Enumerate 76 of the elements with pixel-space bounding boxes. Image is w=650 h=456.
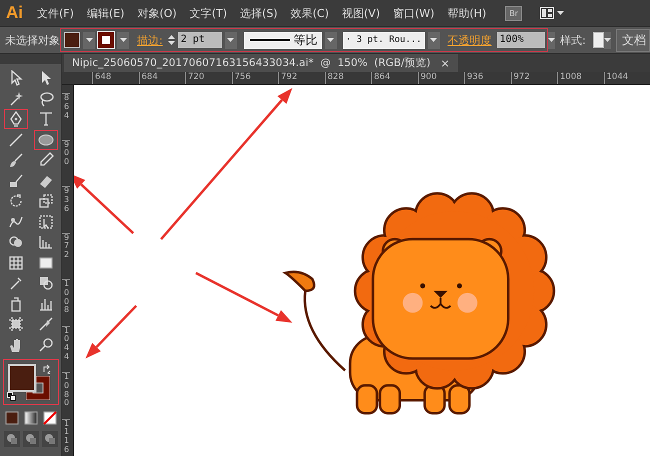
arrow-annotation bbox=[86, 304, 138, 359]
draw-mode-icon[interactable] bbox=[22, 431, 38, 447]
spinner-icon[interactable] bbox=[168, 34, 175, 46]
stroke-link[interactable]: 描边: bbox=[137, 32, 163, 48]
dropdown-button[interactable] bbox=[224, 32, 237, 48]
dropdown-button[interactable] bbox=[428, 32, 440, 48]
menu-item[interactable]: 效果(C) bbox=[290, 6, 329, 20]
fill-stroke-control[interactable] bbox=[2, 359, 58, 405]
fill-color-swatch[interactable] bbox=[8, 364, 36, 392]
style-label: 样式: bbox=[560, 32, 586, 48]
fill-swatch[interactable] bbox=[64, 32, 80, 48]
menu-item[interactable]: 窗口(W) bbox=[392, 6, 434, 20]
ruler-label: 972 bbox=[510, 72, 557, 84]
caret-icon bbox=[227, 38, 234, 42]
ruler-label: 972 bbox=[62, 232, 70, 279]
app-logo: Ai bbox=[6, 3, 23, 23]
dropdown-button[interactable] bbox=[324, 32, 337, 48]
menu-item[interactable]: 编辑(E) bbox=[86, 6, 124, 20]
ruler-label: 792 bbox=[278, 72, 324, 84]
document-button[interactable]: 文档 bbox=[616, 28, 650, 52]
ruler-label: 1116 bbox=[62, 418, 70, 456]
ruler-label: 864 bbox=[371, 72, 418, 84]
menu-item[interactable]: 选择(S) bbox=[240, 6, 278, 20]
ruler-label: 936 bbox=[464, 72, 510, 84]
caret-icon bbox=[120, 38, 126, 42]
ruler-label: 1080 bbox=[62, 372, 70, 418]
menu-item[interactable]: 文字(T) bbox=[190, 6, 228, 20]
draw-mode-icon[interactable] bbox=[4, 431, 20, 447]
default-colors-icon bbox=[6, 392, 16, 401]
arrow-annotation bbox=[74, 174, 134, 234]
stroke-profile-dropdown[interactable]: 等比 bbox=[244, 32, 322, 48]
ruler-label: 1044 bbox=[62, 326, 70, 372]
stroke-swatch[interactable] bbox=[98, 32, 114, 48]
ruler-label: 648 bbox=[92, 72, 138, 84]
menu-item[interactable]: 对象(O) bbox=[137, 6, 177, 20]
opacity-link[interactable]: 不透明度 bbox=[448, 32, 492, 48]
swap-icon bbox=[42, 364, 52, 374]
ruler-label: 720 bbox=[185, 72, 232, 84]
workspace-button[interactable] bbox=[540, 7, 564, 19]
ruler-label: 1044 bbox=[604, 72, 650, 84]
menu-item[interactable]: 视图(V) bbox=[342, 6, 380, 20]
panel-grip[interactable] bbox=[0, 54, 61, 64]
none-mode-icon[interactable] bbox=[42, 410, 58, 426]
ruler-label: 1008 bbox=[557, 72, 604, 84]
ruler-label: 936 bbox=[62, 186, 70, 232]
brush-dropdown[interactable]: · 3 pt. Rou... bbox=[342, 32, 425, 48]
document-tab[interactable]: Nipic_25060570_20170607163156433034.ai* @ 150% (RGB/预览) × bbox=[64, 54, 458, 72]
close-button[interactable]: × bbox=[440, 56, 450, 70]
ruler-label: 684 bbox=[138, 72, 185, 84]
dropdown-button[interactable] bbox=[117, 32, 129, 48]
ruler-label: 900 bbox=[418, 72, 464, 84]
stroke-weight-field[interactable]: 2 pt bbox=[178, 32, 222, 48]
ruler-label: 1008 bbox=[62, 279, 70, 326]
selection-status: 未选择对象 bbox=[4, 32, 60, 48]
draw-mode-icon[interactable] bbox=[42, 431, 58, 447]
menu-item[interactable]: 帮助(H) bbox=[447, 6, 486, 20]
pen-tool-icon[interactable] bbox=[4, 109, 28, 129]
ruler-label: 900 bbox=[62, 140, 70, 186]
ruler-label: 828 bbox=[324, 72, 371, 84]
color-mode-icon[interactable] bbox=[4, 410, 20, 426]
ruler-label: 864 bbox=[62, 93, 70, 140]
style-swatch[interactable] bbox=[592, 32, 604, 48]
caret-icon bbox=[327, 38, 334, 42]
ruler-label: 756 bbox=[232, 72, 278, 84]
opacity-field[interactable]: 100% bbox=[496, 32, 545, 48]
caret-icon bbox=[548, 38, 555, 42]
caret-icon bbox=[604, 38, 611, 42]
gradient-mode-icon[interactable] bbox=[22, 410, 38, 426]
line-preview-icon bbox=[250, 38, 290, 42]
dropdown-button[interactable] bbox=[83, 32, 95, 48]
caret-icon bbox=[557, 11, 564, 15]
bridge-button[interactable]: Br bbox=[505, 6, 522, 20]
ellipse-tool-icon[interactable] bbox=[34, 130, 58, 150]
caret-icon bbox=[430, 38, 438, 42]
menu-item[interactable]: 文件(F) bbox=[37, 6, 74, 20]
caret-icon bbox=[86, 38, 92, 42]
